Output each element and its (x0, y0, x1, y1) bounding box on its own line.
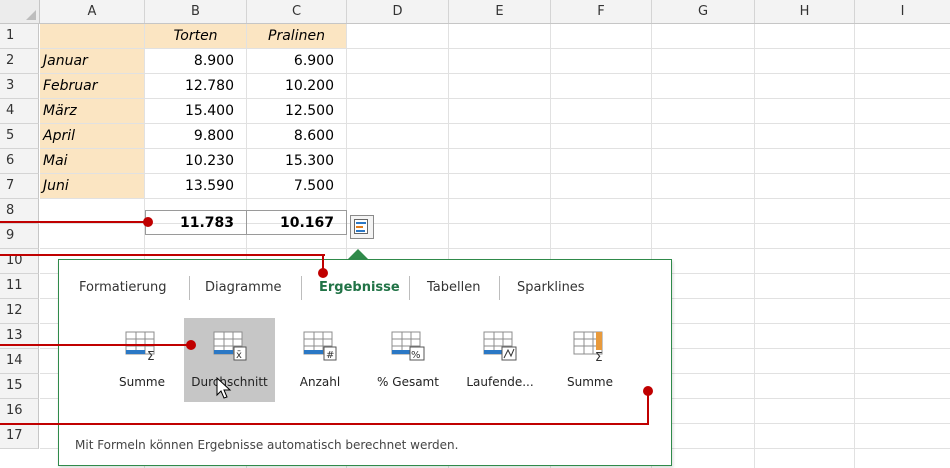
row-header-14[interactable]: 14 (0, 349, 39, 374)
tool-label: Laufende... (466, 375, 534, 389)
tool-label: Anzahl (299, 375, 341, 389)
cell-c8-total[interactable]: 10.167 (246, 210, 347, 235)
tab-separator (409, 276, 410, 300)
tool-label: Summe (119, 375, 165, 389)
cell-a5-label[interactable]: April (40, 124, 145, 149)
row-header-17[interactable]: 17 (0, 424, 39, 449)
panel-description: Mit Formeln können Ergebnisse automatisc… (75, 438, 459, 452)
tab-separator (499, 276, 500, 300)
cell-a2-label[interactable]: Januar (40, 49, 145, 74)
callout-line-scroll (0, 423, 648, 425)
cell-c2[interactable]: 6.900 (247, 49, 347, 74)
cell-b7[interactable]: 13.590 (145, 174, 247, 199)
svg-text:Σ: Σ (147, 349, 155, 362)
row-header-2[interactable]: 2 (0, 49, 39, 74)
cell-c7[interactable]: 7.500 (247, 174, 347, 199)
cell-a6-label[interactable]: Mai (40, 149, 145, 174)
row-header-3[interactable]: 3 (0, 74, 39, 99)
tab-tabellen[interactable]: Tabellen (427, 278, 480, 298)
cell-b8-total[interactable]: 11.783 (145, 210, 247, 235)
tool-laufende[interactable]: Laufende... (457, 318, 543, 402)
row-header-10[interactable]: 10 (0, 249, 39, 274)
svg-text:#: # (326, 350, 334, 361)
mouse-cursor-icon (216, 377, 232, 399)
tab-diagramme[interactable]: Diagramme (205, 278, 281, 298)
count-icon: # (303, 331, 337, 361)
quick-analysis-icon (354, 219, 368, 234)
cell-b2[interactable]: 8.900 (145, 49, 247, 74)
cell-a3-label[interactable]: Februar (40, 74, 145, 99)
percent-total-icon: % (391, 331, 425, 361)
callout-dot-tool (186, 340, 196, 350)
row-header-4[interactable]: 4 (0, 99, 39, 124)
cell-c4[interactable]: 12.500 (247, 99, 347, 124)
callout-dot-scroll (643, 386, 653, 396)
callout-dot-totals (143, 217, 153, 227)
row-header-12[interactable]: 12 (0, 299, 39, 324)
cell-c6[interactable]: 15.300 (247, 149, 347, 174)
tool-label: % Gesamt (377, 375, 439, 389)
sum-columns-icon: Σ (573, 331, 603, 362)
row-header-16[interactable]: 16 (0, 399, 39, 424)
row-header-6[interactable]: 6 (0, 149, 39, 174)
cell-c5[interactable]: 8.600 (247, 124, 347, 149)
tool-summe-rows[interactable]: Σ Summe (99, 318, 185, 402)
cell-a7-label[interactable]: Juni (40, 174, 145, 199)
quick-analysis-button[interactable] (350, 215, 374, 239)
cell-b1-header[interactable]: Torten (145, 24, 247, 49)
cell-a4-label[interactable]: März (40, 99, 145, 124)
tool-summe-columns[interactable]: Σ Summe (547, 318, 633, 402)
row-header-7[interactable]: 7 (0, 174, 39, 199)
tab-formatierung[interactable]: Formatierung (79, 278, 167, 298)
svg-text:%: % (411, 350, 421, 361)
row-header-5[interactable]: 5 (0, 124, 39, 149)
callout-line-totals (0, 221, 148, 223)
cell-c3[interactable]: 10.200 (247, 74, 347, 99)
callout-dot-tab (318, 268, 328, 278)
row-header-15[interactable]: 15 (0, 374, 39, 399)
callout-line-tool (0, 344, 190, 346)
cell-b6[interactable]: 10.230 (145, 149, 247, 174)
quick-analysis-panel: Formatierung Diagramme Ergebnisse Tabell… (58, 259, 672, 466)
cell-b5[interactable]: 9.800 (145, 124, 247, 149)
tool-anzahl[interactable]: # Anzahl (277, 318, 363, 402)
tool-prozent-gesamt[interactable]: % % Gesamt (365, 318, 451, 402)
tool-label: Summe (567, 375, 613, 389)
svg-text:Σ: Σ (595, 350, 603, 362)
tab-separator (189, 276, 190, 300)
callout-line-tab (0, 254, 325, 256)
cell-b4[interactable]: 15.400 (145, 99, 247, 124)
row-header-9[interactable]: 9 (0, 224, 39, 249)
cell-a1[interactable] (40, 24, 145, 49)
cell-c1-header[interactable]: Pralinen (247, 24, 347, 49)
svg-text:x̄: x̄ (236, 350, 242, 361)
tab-separator (301, 276, 302, 300)
callout-line-scroll-vertical (647, 391, 649, 425)
cell-b3[interactable]: 12.780 (145, 74, 247, 99)
tab-ergebnisse[interactable]: Ergebnisse (319, 278, 400, 298)
row-header-11[interactable]: 11 (0, 274, 39, 299)
sum-rows-icon: Σ (125, 331, 155, 362)
average-icon: x̄ (213, 331, 246, 361)
tab-sparklines[interactable]: Sparklines (517, 278, 585, 298)
running-total-icon (483, 331, 517, 361)
row-header-1[interactable]: 1 (0, 24, 39, 49)
